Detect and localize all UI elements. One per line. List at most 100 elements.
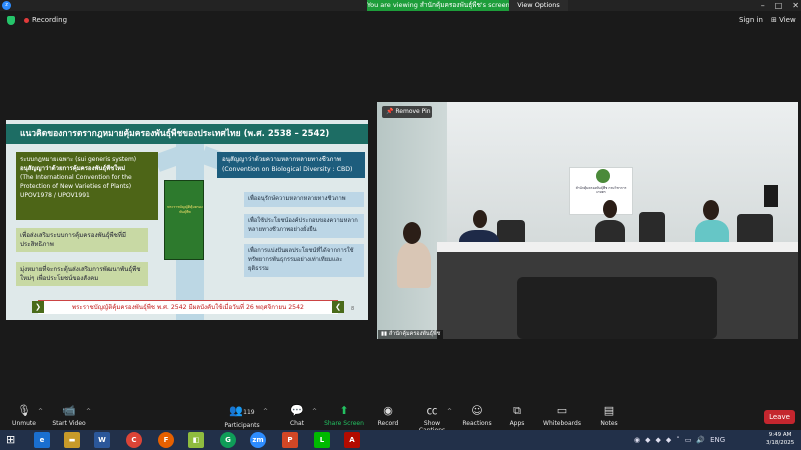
video-options-chevron-icon[interactable]: ^ bbox=[86, 408, 91, 415]
upov-heading-line: (The International Convention for the Pr… bbox=[20, 174, 132, 190]
video-person-head bbox=[703, 200, 719, 220]
book-title: พระราชบัญญัติคุ้มครองพันธุ์พืช bbox=[167, 205, 203, 214]
maximize-icon[interactable]: □ bbox=[775, 0, 783, 11]
reactions-button[interactable]: ☺ Reactions bbox=[462, 404, 492, 428]
slide-arrow-right-icon: ❯ bbox=[32, 301, 44, 313]
participants-chevron-icon[interactable]: ^ bbox=[263, 408, 268, 415]
captions-chevron-icon[interactable]: ^ bbox=[447, 408, 452, 415]
taskbar-clock[interactable]: 9:49 AM 3/18/2025 bbox=[766, 432, 794, 447]
participant-name: สำนักคุ้มครองพันธุ์พืช bbox=[388, 331, 441, 337]
video-person-head bbox=[403, 222, 421, 244]
taskbar-word-icon[interactable]: W bbox=[94, 432, 110, 448]
taskbar-firefox-icon[interactable]: F bbox=[158, 432, 174, 448]
reactions-label: Reactions bbox=[462, 420, 492, 427]
title-bar: z You are viewing สำนักคุ้มครองพันธุ์พืช… bbox=[0, 0, 801, 11]
pvp-act-book-cover: พระราชบัญญัติคุ้มครองพันธุ์พืช bbox=[164, 180, 204, 260]
participants-count: 119 bbox=[243, 409, 255, 416]
whiteboard-icon: ▭ bbox=[556, 404, 568, 417]
unmute-label: Unmute bbox=[12, 420, 36, 427]
cbd-heading-line: (Convention on Biological Diversity : CB… bbox=[222, 166, 353, 173]
video-table-center bbox=[517, 277, 717, 339]
taskbar-chrome-icon[interactable]: C bbox=[126, 432, 142, 448]
agency-logo-icon bbox=[596, 169, 610, 183]
cbd-heading-box: อนุสัญญาว่าด้วยความหลากหลายทางชีวภาพ (Co… bbox=[217, 152, 365, 178]
upov-heading-line: อนุสัญญาว่าด้วยการคุ้มครองพันธุ์พืชใหม่ bbox=[20, 165, 126, 172]
system-icon[interactable]: ◆ bbox=[666, 435, 671, 445]
apps-icon: ⧉ bbox=[513, 404, 521, 417]
volume-icon[interactable]: 🔊 bbox=[696, 435, 705, 445]
language-indicator[interactable]: ENG bbox=[710, 435, 725, 445]
recording-dot-icon bbox=[24, 18, 29, 23]
cbd-objective-box: เพื่ออนุรักษ์ความหลากหลายทางชีวภาพ bbox=[244, 192, 364, 207]
taskbar-zoom-icon[interactable]: zm bbox=[250, 432, 266, 448]
sign-in-button[interactable]: Sign in bbox=[739, 16, 763, 24]
zoom-tray-icon[interactable]: ◉ bbox=[634, 435, 640, 445]
video-off-icon: 📹 bbox=[62, 404, 76, 417]
video-person-head bbox=[473, 210, 487, 228]
taskbar-edge-icon[interactable]: e bbox=[34, 432, 50, 448]
remove-pin-button[interactable]: 📌 Remove Pin bbox=[382, 106, 432, 118]
unmute-button[interactable]: 🎙 Unmute bbox=[12, 405, 36, 428]
reactions-icon: ☺ bbox=[471, 404, 483, 417]
clock-time: 9:49 AM bbox=[768, 432, 792, 438]
video-person bbox=[397, 242, 431, 288]
cbd-objective-box: เพื่อการแบ่งปันผลประโยชน์ที่ได้จากการใช้… bbox=[244, 244, 364, 277]
system-tray: ◉ ◆ ◆ ◆ ˄ ▭ 🔊 ENG bbox=[634, 435, 725, 445]
upov-heading-box: ระบบกฎหมายเฉพาะ (sui generis system) อนุ… bbox=[16, 152, 158, 220]
chat-chevron-icon[interactable]: ^ bbox=[312, 408, 317, 415]
share-screen-label: Share Screen bbox=[324, 420, 364, 427]
record-label: Record bbox=[377, 420, 399, 427]
apps-button[interactable]: ⧉ Apps bbox=[506, 404, 528, 428]
view-options-button[interactable]: View Options bbox=[509, 0, 568, 11]
zoom-app-icon: z bbox=[2, 1, 11, 10]
network-icon[interactable]: ▭ bbox=[685, 435, 692, 445]
notes-button[interactable]: ▤ Notes bbox=[598, 405, 620, 428]
audio-options-chevron-icon[interactable]: ^ bbox=[38, 408, 43, 415]
minimize-icon[interactable]: – bbox=[761, 0, 765, 11]
record-button[interactable]: ◉ Record bbox=[376, 405, 400, 428]
participants-icon: 👥119 bbox=[229, 404, 255, 417]
chat-button[interactable]: 💬 Chat bbox=[286, 404, 308, 428]
video-board-text: สำนักคุ้มครองพันธุ์พืช กรมวิชาการเกษตร bbox=[575, 186, 627, 194]
close-icon[interactable]: ✕ bbox=[792, 0, 799, 11]
share-screen-icon: ⬆ bbox=[339, 404, 349, 417]
security-shield-icon[interactable] bbox=[7, 16, 15, 25]
slide-page-number: 8 bbox=[351, 306, 355, 312]
meeting-header: Recording Sign in ⊞ View bbox=[0, 11, 801, 31]
taskbar-acrobat-icon[interactable]: A bbox=[344, 432, 360, 448]
taskbar-chrome-profile-icon[interactable]: G bbox=[220, 432, 236, 448]
cbd-objective-box: เพื่อใช้ประโยชน์องค์ประกอบของความหลากหลา… bbox=[244, 214, 364, 238]
window-controls: – □ ✕ bbox=[761, 0, 799, 11]
recording-label: Recording bbox=[32, 16, 68, 24]
participants-button[interactable]: 👥119 Participants bbox=[224, 404, 260, 430]
leave-button[interactable]: Leave bbox=[764, 410, 795, 424]
start-video-label: Start Video bbox=[52, 420, 86, 427]
participant-name-tag: ▮▮ สำนักคุ้มครองพันธุ์พืช bbox=[378, 330, 444, 339]
chat-icon: 💬 bbox=[290, 404, 304, 417]
upov-heading-line: UPOV1978 / UPOV1991 bbox=[20, 192, 90, 199]
taskbar-app-icon[interactable]: ◧ bbox=[188, 432, 204, 448]
taskbar-line-icon[interactable]: L bbox=[314, 432, 330, 448]
view-button[interactable]: ⊞ View bbox=[771, 16, 796, 24]
cbd-heading-line: อนุสัญญาว่าด้วยความหลากหลายทางชีวภาพ bbox=[222, 156, 341, 163]
video-person bbox=[595, 220, 625, 244]
taskbar-powerpoint-icon[interactable]: P bbox=[282, 432, 298, 448]
system-icon[interactable]: ◆ bbox=[656, 435, 661, 445]
taskbar-explorer-icon[interactable]: ▬ bbox=[64, 432, 80, 448]
video-person-head bbox=[603, 200, 617, 218]
zoom-meeting-window: z You are viewing สำนักคุ้มครองพันธุ์พืช… bbox=[0, 0, 801, 450]
view-label: View bbox=[779, 16, 796, 24]
show-hidden-icons-chevron-icon[interactable]: ˄ bbox=[676, 435, 680, 445]
remove-pin-label: Remove Pin bbox=[395, 108, 431, 115]
pinned-video-tile[interactable]: สำนักคุ้มครองพันธุ์พืช กรมวิชาการเกษตร bbox=[377, 102, 798, 339]
share-screen-button[interactable]: ⬆ Share Screen bbox=[324, 404, 364, 428]
whiteboards-button[interactable]: ▭ Whiteboards bbox=[543, 404, 581, 428]
windows-start-icon[interactable]: ⊞ bbox=[6, 434, 18, 446]
upov-heading-line: ระบบกฎหมายเฉพาะ (sui generis system) bbox=[20, 156, 137, 163]
video-wall-display bbox=[764, 185, 778, 207]
participants-label: Participants bbox=[224, 422, 260, 429]
start-video-button[interactable]: 📹 Start Video bbox=[52, 404, 86, 428]
system-icon[interactable]: ◆ bbox=[645, 435, 650, 445]
slide-footer: พระราชบัญญัติคุ้มครองพันธุ์พืช พ.ศ. 2542… bbox=[38, 300, 338, 314]
upov-objective-box: เพื่อส่งเสริมระบบการคุ้มครองพันธุ์พืชที่… bbox=[16, 228, 148, 252]
